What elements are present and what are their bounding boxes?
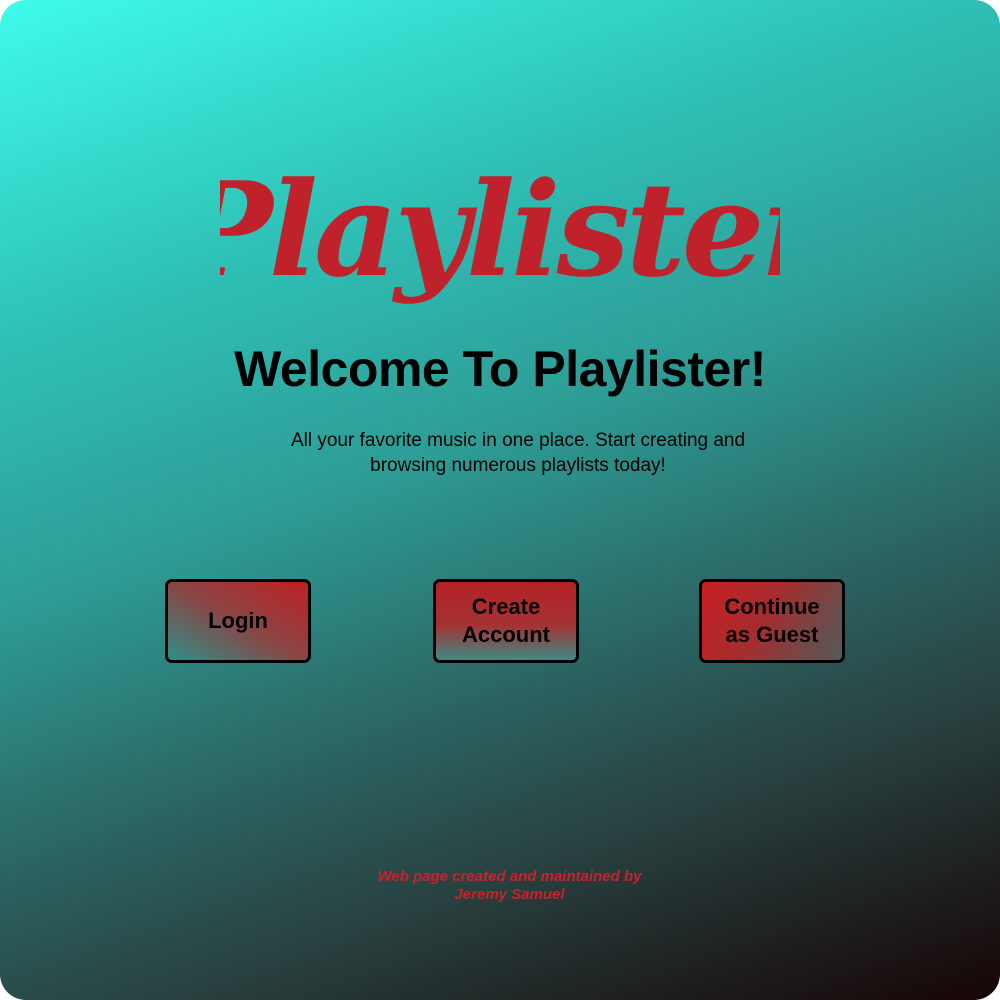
logo-wordmark: Playlister	[220, 153, 780, 306]
footer-line1: Web page created and maintained by	[377, 868, 642, 885]
logo-text: Playlister	[220, 153, 780, 306]
splash-page: Playlister Welcome To Playlister! All yo…	[0, 0, 1000, 1000]
app-logo: Playlister	[0, 140, 1000, 330]
login-button-label: Login	[208, 608, 268, 633]
guest-label-line1: Continue	[724, 594, 820, 619]
tagline: All your favorite music in one place. St…	[290, 430, 746, 476]
login-button[interactable]: Login	[165, 579, 311, 663]
continue-as-guest-button[interactable]: Continue as Guest	[699, 579, 845, 663]
footer-author: Jeremy Samuel	[454, 886, 565, 903]
create-account-label-line2: Account	[462, 622, 550, 647]
page-title: Welcome To Playlister!	[234, 341, 766, 397]
create-account-button[interactable]: Create Account	[433, 579, 579, 663]
guest-label-line2: as Guest	[725, 622, 819, 647]
create-account-label-line1: Create	[471, 594, 541, 619]
footer-credit: Web page created and maintained by Jerem…	[0, 868, 1000, 904]
